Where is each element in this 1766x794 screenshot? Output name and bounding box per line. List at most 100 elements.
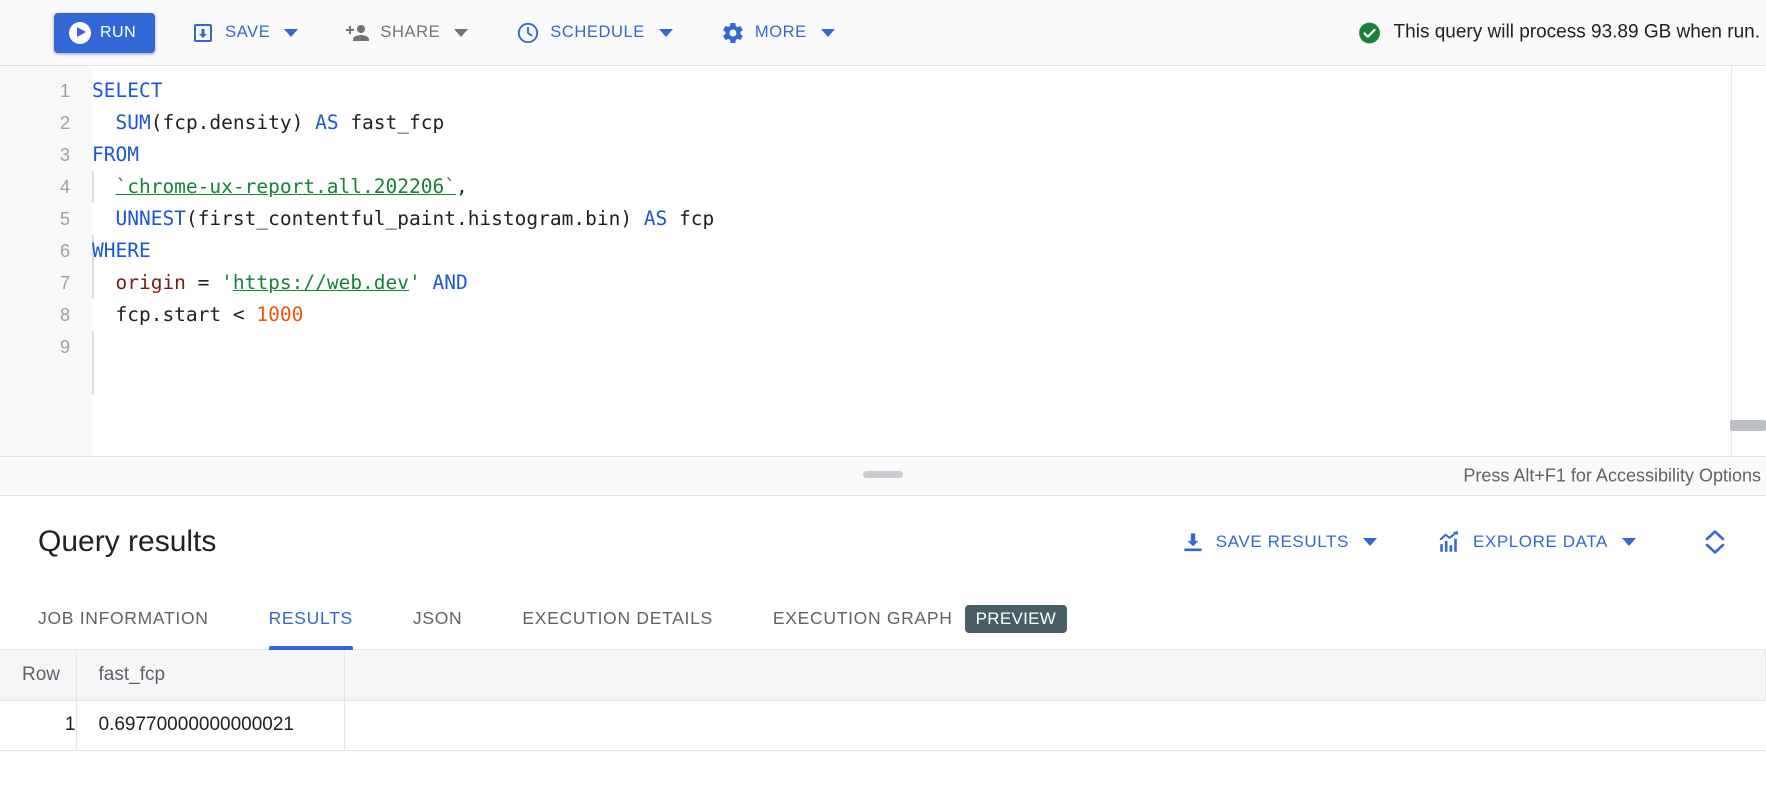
- table-header-row: Row fast_fcp: [0, 650, 1766, 701]
- code-token: ': [409, 271, 421, 294]
- cell-fast-fcp[interactable]: 0.69770000000000021: [76, 700, 345, 751]
- explore-data-label: EXPLORE DATA: [1472, 532, 1608, 551]
- sql-code-content[interactable]: 1 SELECT 2 SUM(fcp.density) AS fast_fcp 3 FR…: [0, 66, 1766, 456]
- chevron-down-icon: [454, 28, 469, 37]
- panel-splitter[interactable]: Press Alt+F1 for Accessibility Options: [0, 456, 1766, 496]
- code-text: `chrome-ux-report.all.202206`,: [92, 171, 468, 203]
- code-line: 7 origin = 'https://web.dev' AND: [0, 267, 1766, 299]
- run-button[interactable]: RUN: [54, 12, 156, 53]
- code-token: AND: [432, 271, 468, 294]
- query-results-title: Query results: [38, 525, 217, 558]
- code-line: 6 WHERE: [0, 235, 1766, 267]
- code-line: 9: [0, 331, 1766, 363]
- code-token: (first_contentful_paint.histogram.bin): [185, 207, 644, 230]
- results-actions: SAVE RESULTS EXPLORE DATA: [1132, 520, 1736, 564]
- query-toolbar: RUN SAVE SHARE SCHEDULE MORE This query …: [0, 0, 1766, 66]
- code-token: =: [185, 271, 222, 294]
- line-number: 8: [59, 305, 70, 325]
- code-text: SUM(fcp.density) AS fast_fcp: [92, 107, 444, 139]
- schedule-button[interactable]: SCHEDULE: [504, 11, 685, 55]
- save-results-button[interactable]: SAVE RESULTS: [1168, 520, 1389, 564]
- code-text: fcp.start < 1000: [92, 299, 303, 331]
- accessibility-hint: Press Alt+F1 for Accessibility Options: [1463, 465, 1761, 486]
- code-line: 2 SUM(fcp.density) AS fast_fcp: [0, 107, 1766, 139]
- results-table-body: 1 0.69770000000000021: [0, 700, 1766, 751]
- results-tabs[interactable]: JOB INFORMATION RESULTS JSON EXECUTION DETA…: [0, 588, 1766, 650]
- expand-collapse-results-button[interactable]: [1694, 521, 1736, 563]
- code-token: fast_fcp: [338, 111, 445, 134]
- column-header-fast-fcp[interactable]: fast_fcp: [76, 650, 345, 701]
- explore-data-button[interactable]: EXPLORE DATA: [1425, 520, 1648, 564]
- splitter-grip-handle[interactable]: [863, 471, 903, 478]
- code-token: fcp.start <: [92, 303, 257, 326]
- code-token: FROM: [92, 143, 139, 166]
- code-line: 8 fcp.start < 1000: [0, 299, 1766, 331]
- sql-editor[interactable]: 1 SELECT 2 SUM(fcp.density) AS fast_fcp 3 FR…: [0, 66, 1766, 456]
- tab-label: JOB INFORMATION: [38, 608, 209, 628]
- code-line: 3 FROM: [0, 139, 1766, 171]
- editor-right-divider: [1731, 66, 1732, 456]
- save-button[interactable]: SAVE: [179, 11, 310, 55]
- play-circle-icon: [69, 21, 91, 44]
- line-number: 2: [59, 113, 70, 133]
- code-token: 1000: [256, 303, 304, 326]
- code-text: WHERE: [92, 235, 151, 267]
- code-text: FROM: [92, 139, 139, 171]
- query-results-header: Query results SAVE RESULTS EXPLORE DATA: [0, 496, 1766, 588]
- more-button[interactable]: MORE: [709, 11, 847, 55]
- line-number: 9: [59, 337, 70, 357]
- chart-trend-icon: [1439, 531, 1458, 552]
- check-circle-icon: [1358, 22, 1380, 43]
- line-number: 1: [59, 81, 70, 101]
- tab-label: RESULTS: [268, 608, 353, 628]
- person-add-icon: [346, 24, 370, 41]
- run-button-label: RUN: [100, 23, 137, 41]
- code-text: SELECT: [92, 75, 162, 107]
- query-cost-status: This query will process 93.89 GB when ru…: [1357, 20, 1760, 45]
- code-line: 1 SELECT: [0, 75, 1766, 107]
- code-text: origin = 'https://web.dev' AND: [92, 267, 468, 299]
- line-number: 5: [59, 209, 70, 229]
- line-number: 4: [59, 177, 70, 197]
- more-button-label: MORE: [754, 23, 807, 42]
- tab-json[interactable]: JSON: [383, 588, 492, 649]
- chevron-down-icon: [1622, 538, 1636, 546]
- table-row[interactable]: 1 0.69770000000000021: [0, 700, 1766, 751]
- results-table-head: Row fast_fcp: [0, 650, 1766, 701]
- code-token: fcp: [667, 207, 715, 230]
- tab-results[interactable]: RESULTS: [239, 588, 383, 650]
- tab-execution-details[interactable]: EXECUTION DETAILS: [492, 588, 743, 649]
- download-icon: [1184, 533, 1202, 552]
- tab-label: EXECUTION DETAILS: [522, 608, 713, 628]
- editor-horizontal-scrollbar[interactable]: [1730, 420, 1766, 431]
- tab-execution-graph[interactable]: EXECUTION GRAPH PREVIEW: [743, 588, 1097, 649]
- line-number: 7: [59, 273, 70, 293]
- code-token: ,: [455, 175, 468, 198]
- code-token: `chrome-ux-report.all.202206`: [115, 175, 456, 198]
- chevron-down-icon: [284, 28, 299, 37]
- share-button[interactable]: SHARE: [334, 11, 480, 55]
- cell-filler: [344, 700, 1766, 751]
- code-token: SUM: [115, 111, 151, 134]
- gear-icon: [723, 22, 743, 43]
- save-button-label: SAVE: [225, 23, 271, 42]
- column-header-row[interactable]: Row: [0, 650, 77, 701]
- code-token: AS: [643, 207, 668, 230]
- code-token: SELECT: [92, 79, 163, 102]
- save-download-icon: [194, 23, 213, 42]
- share-button-label: SHARE: [380, 23, 441, 42]
- chevron-down-icon: [1362, 538, 1377, 546]
- chevron-down-icon: [820, 28, 835, 37]
- results-table-container: Row fast_fcp 1 0.69770000000000021: [0, 650, 1766, 751]
- code-token: origin: [115, 271, 186, 294]
- code-token: WHERE: [92, 239, 151, 262]
- code-token: AS: [315, 111, 339, 134]
- line-number: 3: [59, 145, 70, 165]
- clock-icon: [518, 22, 539, 43]
- tab-job-information[interactable]: JOB INFORMATION: [8, 588, 239, 649]
- line-number: 6: [59, 241, 70, 261]
- code-token: https://web.dev: [232, 271, 410, 294]
